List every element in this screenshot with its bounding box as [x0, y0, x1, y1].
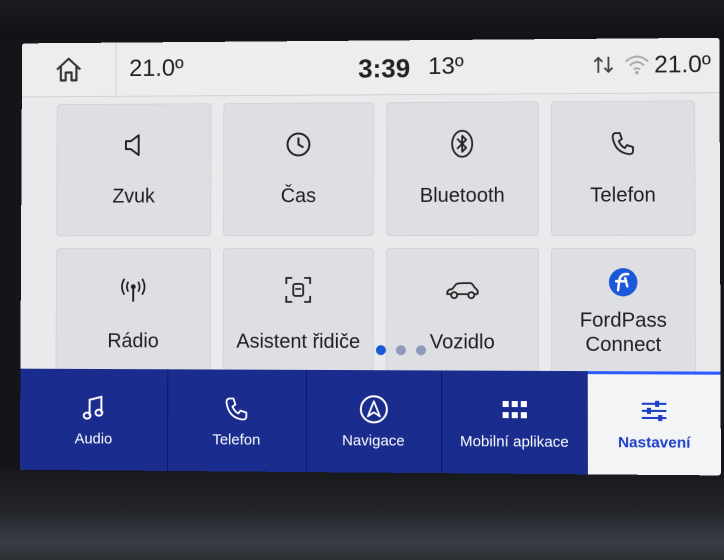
tile-label: Čas	[280, 185, 317, 208]
nav-label: Navigace	[342, 431, 405, 450]
dashboard-trim	[0, 470, 724, 560]
apps-grid-icon	[502, 400, 527, 418]
tile-label: Asistent řidiče	[236, 330, 361, 354]
nav-telefon[interactable]: Telefon	[167, 369, 308, 473]
tile-cas[interactable]: Čas	[223, 102, 375, 237]
driver-assist-icon	[286, 277, 312, 304]
sliders-icon	[640, 398, 669, 423]
radio-antenna-icon	[118, 276, 148, 304]
tile-zvuk[interactable]: Zvuk	[56, 103, 212, 237]
home-icon	[54, 56, 83, 84]
car-icon	[444, 279, 480, 301]
nav-label: Telefon	[212, 430, 261, 449]
status-icons	[591, 52, 650, 77]
nav-navigace[interactable]: Navigace	[305, 369, 443, 474]
tile-telefon[interactable]: Telefon	[550, 100, 696, 236]
settings-grid: Zvuk Čas Bluetooth Telefon Rádio Asisten…	[55, 100, 696, 374]
outside-temperature: 13º	[428, 52, 464, 81]
status-bar: 21.0º 3:39 13º 21.0º	[21, 37, 720, 98]
infotainment-screen: 21.0º 3:39 13º 21.0º Zvuk Čas Bluetooth …	[19, 37, 721, 476]
page-dot-1[interactable]	[375, 345, 386, 356]
clock-time: 3:39	[358, 53, 411, 84]
nav-label: Mobilní aplikace	[459, 432, 569, 451]
tile-fordpass-connect[interactable]: FordPass Connect	[551, 247, 696, 374]
bluetooth-icon	[448, 129, 476, 159]
tile-label: Rádio	[107, 330, 159, 353]
navigation-arrow-icon	[358, 393, 387, 422]
phone-icon	[609, 129, 638, 157]
bottom-nav-bar: Audio Telefon Navigace Mobilní aplikace …	[19, 368, 721, 476]
tile-asistent-ridice[interactable]: Asistent řidiče	[222, 247, 374, 373]
screen-bezel-top	[0, 0, 724, 40]
nav-mobilni-aplikace[interactable]: Mobilní aplikace	[441, 370, 589, 475]
tile-radio[interactable]: Rádio	[55, 248, 212, 372]
passenger-temperature[interactable]: 21.0º	[654, 51, 711, 80]
nav-label: Nastavení	[617, 433, 691, 452]
tile-label: FordPass Connect	[579, 309, 667, 357]
speaker-icon	[120, 131, 148, 159]
tile-bluetooth[interactable]: Bluetooth	[386, 101, 539, 236]
music-note-icon	[81, 393, 107, 421]
clock-icon	[285, 130, 313, 158]
tile-label: Vozidlo	[429, 331, 495, 354]
tile-label: Bluetooth	[419, 184, 505, 207]
home-button[interactable]	[21, 42, 117, 97]
nav-nastaveni[interactable]: Nastavení	[587, 371, 721, 476]
phone-icon	[223, 394, 251, 422]
data-transfer-icon	[591, 53, 615, 77]
page-indicator	[375, 345, 427, 356]
nav-audio[interactable]: Audio	[19, 368, 169, 471]
page-dot-3[interactable]	[415, 345, 427, 356]
driver-temperature[interactable]: 21.0º	[129, 55, 184, 83]
page-dot-2[interactable]	[395, 345, 406, 356]
active-tab-indicator	[587, 371, 721, 375]
wifi-icon	[624, 53, 650, 75]
fordpass-icon	[608, 268, 638, 297]
nav-label: Audio	[74, 429, 113, 448]
tile-label: Telefon	[590, 184, 656, 207]
tile-label: Zvuk	[112, 185, 155, 208]
